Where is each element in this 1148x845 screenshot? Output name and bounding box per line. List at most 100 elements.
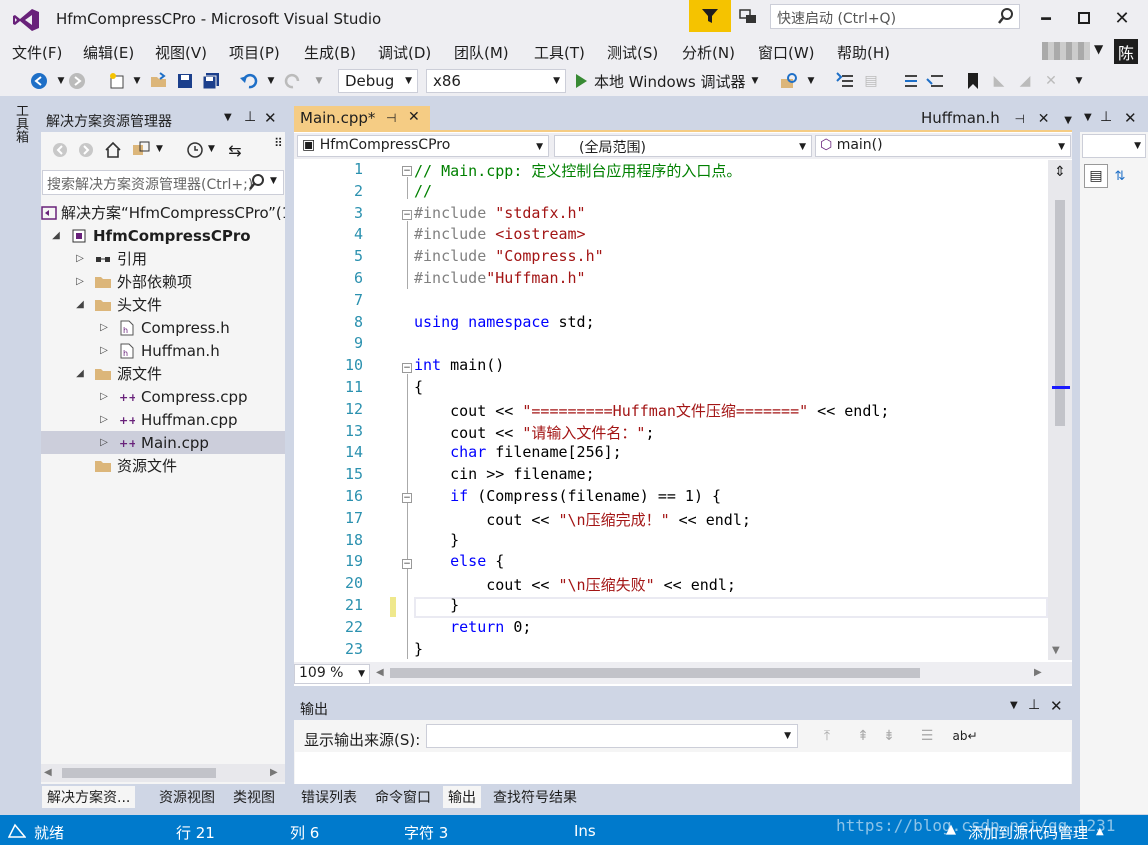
pin-icon[interactable]: ⊥ bbox=[244, 109, 256, 125]
chevron-down-icon[interactable]: ▼ bbox=[224, 112, 232, 123]
scrollbar-thumb[interactable] bbox=[1055, 200, 1065, 426]
code-line[interactable]: } bbox=[414, 596, 459, 614]
tree-item[interactable]: 解决方案“HfmCompressCPro”(1 个项目) bbox=[41, 201, 285, 224]
pin-icon[interactable]: ⊣ bbox=[1015, 112, 1025, 126]
find-in-files-icon[interactable] bbox=[778, 70, 800, 92]
scroll-down-icon[interactable]: ▼ bbox=[1052, 645, 1060, 656]
project-nav-select[interactable]: ▣ HfmCompressCPro ▼ bbox=[297, 135, 549, 157]
code-line[interactable]: cout << "=========Huffman文件压缩=======" <<… bbox=[414, 400, 889, 421]
collapse-icon[interactable]: − bbox=[402, 363, 412, 373]
code-line[interactable]: } bbox=[414, 640, 423, 658]
code-line[interactable]: // bbox=[414, 182, 432, 200]
menu-debug[interactable]: 调试(D) bbox=[378, 42, 431, 63]
toggle-word-wrap-icon[interactable]: ab↵ bbox=[952, 726, 977, 746]
chevron-down-icon[interactable]: ▼ bbox=[208, 144, 215, 154]
tree-item[interactable]: ▷ h Huffman.h bbox=[41, 339, 285, 362]
menu-file[interactable]: 文件(F) bbox=[12, 42, 62, 63]
code-line[interactable]: // Main.cpp: 定义控制台应用程序的入口点。 bbox=[414, 160, 741, 181]
step-into-icon[interactable] bbox=[834, 70, 856, 92]
tab-huffman-h[interactable]: Huffman.h ⊣ ✕ ▼ bbox=[915, 106, 1078, 130]
menu-team[interactable]: 团队(M) bbox=[454, 42, 509, 63]
collapse-icon[interactable]: − bbox=[402, 559, 412, 569]
chevron-down-icon[interactable]: ▼ bbox=[1084, 112, 1092, 123]
collapse-arrow-icon[interactable]: ◢ bbox=[73, 368, 87, 379]
menu-project[interactable]: 项目(P) bbox=[229, 42, 280, 63]
undo-icon[interactable] bbox=[238, 70, 260, 92]
solution-config-select[interactable]: Debug ▼ bbox=[338, 69, 418, 93]
tree-item[interactable]: ◢ HfmCompressCPro bbox=[41, 224, 285, 247]
tab-error-list[interactable]: 错误列表 bbox=[296, 786, 362, 808]
pin-icon[interactable]: ⊥ bbox=[1100, 109, 1112, 125]
toolbox-tab[interactable]: 工具箱 bbox=[8, 104, 30, 156]
chevron-down-icon[interactable]: ▼ bbox=[260, 70, 282, 92]
code-line[interactable]: cout << "\n压缩完成！" << endl; bbox=[414, 509, 751, 530]
code-line[interactable]: using namespace std; bbox=[414, 313, 595, 331]
add-to-source-control-button[interactable]: 添加到源代码管理 bbox=[968, 822, 1088, 843]
tab-resource-view[interactable]: 资源视图 bbox=[154, 786, 220, 808]
collapse-icon[interactable]: − bbox=[402, 493, 412, 503]
tab-solution-explorer[interactable]: 解决方案资... bbox=[42, 786, 136, 808]
scroll-left-icon[interactable]: ◀ bbox=[376, 667, 384, 678]
bookmark-icon[interactable] bbox=[962, 70, 984, 92]
feedback-icon[interactable] bbox=[736, 6, 760, 28]
chevron-down-icon[interactable]: ▼ bbox=[1064, 115, 1072, 126]
scrollbar-thumb[interactable] bbox=[390, 668, 920, 678]
search-icon[interactable] bbox=[248, 172, 266, 192]
open-file-icon[interactable] bbox=[148, 70, 170, 92]
collapse-arrow-icon[interactable]: ◢ bbox=[73, 299, 87, 310]
comment-lines-icon[interactable] bbox=[898, 70, 920, 92]
clear-bookmarks-icon[interactable]: ✕ bbox=[1040, 70, 1062, 92]
tree-item[interactable]: ▷ h Compress.h bbox=[41, 316, 285, 339]
back-icon[interactable] bbox=[50, 140, 70, 160]
redo-icon[interactable] bbox=[282, 70, 304, 92]
expand-arrow-icon[interactable]: ▷ bbox=[73, 276, 87, 287]
chevron-down-icon[interactable]: ▼ bbox=[308, 70, 330, 92]
chevron-up-icon[interactable]: ▲ bbox=[1096, 826, 1104, 837]
previous-message-icon[interactable]: ⇞ bbox=[852, 726, 874, 746]
tree-item[interactable]: ▷ ++ Huffman.cpp bbox=[41, 408, 285, 431]
tab-class-view[interactable]: 类视图 bbox=[228, 786, 280, 808]
code-line[interactable]: int main() bbox=[414, 356, 504, 374]
split-window-icon[interactable]: ⇕ bbox=[1050, 160, 1070, 184]
back-icon[interactable] bbox=[28, 70, 50, 92]
notification-filter-button[interactable] bbox=[689, 0, 731, 32]
tree-item[interactable]: 资源文件 bbox=[41, 454, 285, 477]
forward-icon[interactable] bbox=[66, 70, 88, 92]
new-project-icon[interactable] bbox=[106, 70, 128, 92]
scrollbar-thumb[interactable] bbox=[62, 768, 216, 778]
tree-item[interactable]: ◢ 源文件 bbox=[41, 362, 285, 385]
tab-find-symbol-results[interactable]: 查找符号结果 bbox=[488, 786, 582, 808]
next-message-icon[interactable]: ⇟ bbox=[878, 726, 900, 746]
scope-nav-select[interactable]: (全局范围) ▼ bbox=[554, 135, 812, 157]
avatar[interactable]: 陈 bbox=[1114, 39, 1138, 64]
toolbar-overflow-icon[interactable]: ⠿ bbox=[274, 136, 283, 150]
close-icon[interactable]: ✕ bbox=[408, 109, 420, 125]
close-icon[interactable]: ✕ bbox=[1108, 4, 1136, 32]
expand-arrow-icon[interactable]: ▷ bbox=[97, 391, 111, 402]
menu-window[interactable]: 窗口(W) bbox=[758, 42, 815, 63]
output-source-select[interactable]: ▼ bbox=[426, 724, 798, 748]
tree-item[interactable]: ▷ 外部依赖项 bbox=[41, 270, 285, 293]
expand-arrow-icon[interactable]: ▷ bbox=[97, 437, 111, 448]
code-line[interactable]: #include <iostream> bbox=[414, 225, 586, 243]
alphabetical-icon[interactable]: ⇅ bbox=[1108, 164, 1132, 188]
find-message-in-code-icon[interactable]: ⤒ bbox=[816, 726, 838, 746]
tree-item[interactable]: ▷ ++ Compress.cpp bbox=[41, 385, 285, 408]
output-text-area[interactable] bbox=[295, 752, 1071, 784]
pin-icon[interactable]: ⊥ bbox=[1028, 697, 1040, 713]
menu-help[interactable]: 帮助(H) bbox=[837, 42, 890, 63]
code-line[interactable]: { bbox=[414, 378, 423, 396]
menu-tools[interactable]: 工具(T) bbox=[534, 42, 585, 63]
code-line[interactable]: cin >> filename; bbox=[414, 465, 595, 483]
scroll-right-icon[interactable]: ▶ bbox=[270, 767, 278, 778]
chevron-down-icon[interactable]: ▼ bbox=[800, 70, 822, 92]
pin-icon[interactable]: ⊣ bbox=[386, 111, 396, 125]
quick-launch-input[interactable]: 快速启动 (Ctrl+Q) bbox=[770, 4, 1020, 29]
close-icon[interactable]: ✕ bbox=[1038, 111, 1050, 127]
collapse-icon[interactable]: − bbox=[402, 210, 412, 220]
toolbar-overflow-icon[interactable]: ▼ bbox=[1068, 70, 1090, 92]
maximize-icon[interactable] bbox=[1070, 4, 1098, 32]
next-bookmark-icon[interactable]: ◢ bbox=[1014, 70, 1036, 92]
menu-view[interactable]: 视图(V) bbox=[155, 42, 207, 63]
collapse-arrow-icon[interactable]: ◢ bbox=[49, 230, 63, 241]
